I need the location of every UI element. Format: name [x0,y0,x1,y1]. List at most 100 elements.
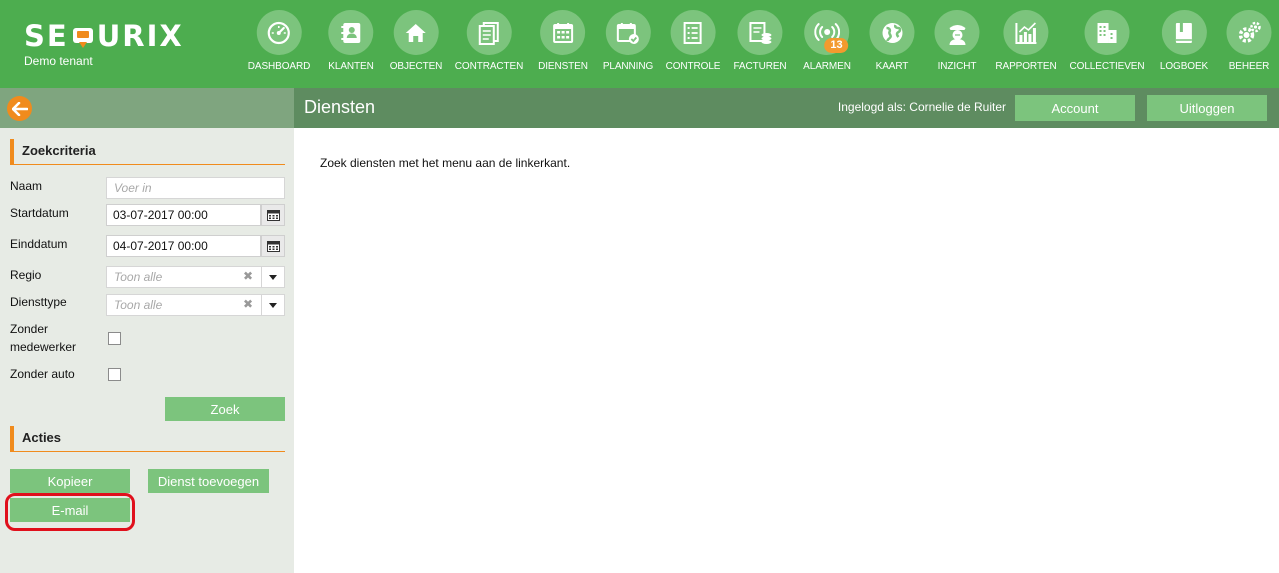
service-type-label: Diensttype [10,295,67,309]
region-select[interactable]: Toon alle ✖ [106,266,285,288]
region-select-value: Toon alle [114,270,163,284]
page-header-bar: Diensten Ingelogd als: Cornelie de Ruite… [0,88,1279,128]
book-icon [1176,22,1192,43]
gauge-icon [267,21,291,44]
nav-item-diensten[interactable]: DIENSTEN [538,10,588,80]
empty-state-message: Zoek diensten met het menu aan de linker… [320,156,571,170]
no-employee-label-line1: Zonder [10,322,49,336]
email-button-highlight-annotation [5,493,135,531]
arrow-left-icon [11,101,28,116]
nav-item-planning[interactable]: PLANNING [603,10,653,80]
end-date-label: Einddatum [10,237,68,251]
logo-text-right: URIX [96,19,184,53]
globe-icon [882,22,902,43]
clear-icon[interactable]: ✖ [243,297,253,311]
chevron-down-icon[interactable] [262,295,284,315]
nav-item-dashboard[interactable]: DASHBOARD [248,10,310,80]
nav-label: FACTUREN [733,61,787,72]
alarm-count-badge: 13 [824,38,849,53]
nav-label: PLANNING [602,61,654,72]
clear-icon[interactable]: ✖ [243,269,253,283]
nav-icon-circle [393,10,439,55]
nav-icon-circle [466,10,512,55]
start-date-calendar-button[interactable] [261,204,285,226]
nav-icon-circle [1084,10,1130,55]
nav-icon-circle [540,10,586,55]
buildings-icon [1098,22,1117,43]
no-car-label: Zonder auto [10,367,75,381]
logout-button[interactable]: Uitloggen [1147,95,1267,121]
nav-item-alarmen[interactable]: 13 ALARMEN [803,10,851,80]
nav-icon-circle [737,10,783,55]
nav-label: RAPPORTEN [995,61,1057,72]
nav-item-rapporten[interactable]: RAPPORTEN [995,10,1057,80]
start-date-input[interactable]: 03-07-2017 00:00 [106,204,261,226]
nav-icon-circle [1003,10,1049,55]
calendar-grid-icon [552,22,573,43]
end-date-input[interactable]: 04-07-2017 00:00 [106,235,261,257]
nav-item-objecten[interactable]: OBJECTEN [389,10,443,80]
nav-item-kaart[interactable]: KAART [869,10,915,80]
tenant-name: Demo tenant [24,54,93,68]
no-employee-checkbox[interactable] [108,332,121,345]
nav-label: KAART [875,61,909,72]
invoice-coins-icon [749,21,771,44]
nav-label: CONTROLE [665,61,721,72]
service-type-select[interactable]: Toon alle ✖ [106,294,285,316]
nav-item-beheer[interactable]: BEHEER [1226,10,1272,80]
add-service-button[interactable]: Dienst toevoegen [148,469,269,493]
nav-label: ALARMEN [803,61,851,72]
nav-item-controle[interactable]: CONTROLE [665,10,721,80]
nav-icon-circle [1161,10,1207,55]
nav-icon-circle [605,10,651,55]
nav-item-inzicht[interactable]: INZICHT [934,10,980,80]
region-label: Regio [10,268,42,282]
service-type-select-value: Toon alle [114,298,163,312]
nav-item-facturen[interactable]: FACTUREN [733,10,787,80]
name-input[interactable]: Voer in [106,177,285,199]
logo-chat-bubble-icon [70,22,96,50]
no-car-checkbox[interactable] [108,368,121,381]
search-criteria-heading: Zoekcriteria [10,139,285,165]
logo-wordmark: SE URIX [24,18,214,54]
gears-icon [1238,21,1261,43]
nav-icon-circle [256,10,302,55]
guard-icon [949,24,965,45]
nav-label: COLLECTIEVEN [1069,61,1145,72]
back-button[interactable] [7,96,32,121]
nav-item-contracten[interactable]: CONTRACTEN [455,10,523,80]
nav-label: DIENSTEN [538,61,588,72]
nav-label: LOGBOEK [1159,61,1209,72]
name-label: Naam [10,179,43,193]
nav-icon-circle [869,10,915,55]
nav-icon-circle [1226,10,1272,55]
end-date-calendar-button[interactable] [261,235,285,257]
bar-chart-icon [1015,21,1036,44]
nav-label: OBJECTEN [389,61,443,72]
nav-icon-circle [670,10,716,55]
copy-button[interactable]: Kopieer [10,469,130,493]
no-employee-label-line2: medewerker [10,340,77,354]
nav-item-collectieven[interactable]: COLLECTIEVEN [1070,10,1145,80]
nav-icon-circle: 13 [804,10,850,55]
page-title: Diensten [304,97,376,117]
actions-heading: Acties [10,426,285,452]
nav-label: CONTRACTEN [454,61,524,72]
chevron-down-icon[interactable] [262,267,284,287]
account-button[interactable]: Account [1015,95,1135,121]
nav-item-logboek[interactable]: LOGBOEK [1160,10,1208,80]
nav-item-klanten[interactable]: KLANTEN [328,10,374,80]
home-icon [405,23,426,42]
search-button[interactable]: Zoek [165,397,285,421]
nav-label: INZICHT [937,61,977,72]
logo-text-left: SE [24,19,69,53]
logo[interactable]: SE URIX Demo tenant [24,18,214,78]
nav-label: BEHEER [1228,61,1270,72]
nav-label: KLANTEN [328,61,374,72]
logged-in-user: Ingelogd als: Cornelie de Ruiter [837,100,1006,114]
documents-icon [478,21,499,45]
calendar-icon [266,241,280,252]
nav-icon-circle [328,10,374,55]
nav-icon-circle [934,10,980,55]
top-navigation-bar: SE URIX Demo tenant DASHBOARD KLANTEN OBJE… [0,0,1279,88]
